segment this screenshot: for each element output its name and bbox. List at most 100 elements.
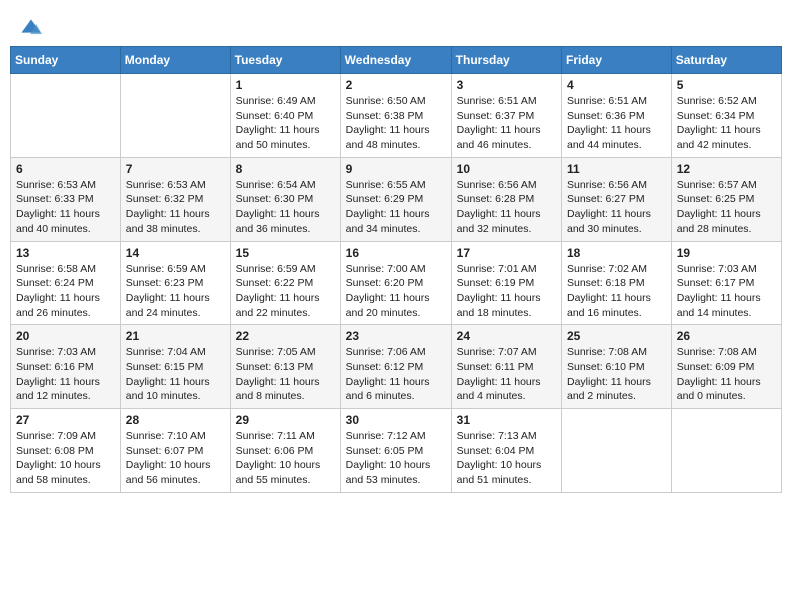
day-number: 15: [236, 246, 335, 260]
calendar-cell: 23 Sunrise: 7:06 AM Sunset: 6:12 PM Dayli…: [340, 325, 451, 409]
day-number: 27: [16, 413, 115, 427]
calendar-cell: 27 Sunrise: 7:09 AM Sunset: 6:08 PM Dayli…: [11, 409, 121, 493]
day-info: Sunrise: 7:08 AM Sunset: 6:09 PM Dayligh…: [677, 345, 776, 404]
weekday-header-monday: Monday: [120, 47, 230, 74]
day-number: 26: [677, 329, 776, 343]
weekday-header-friday: Friday: [562, 47, 672, 74]
day-number: 13: [16, 246, 115, 260]
weekday-header-thursday: Thursday: [451, 47, 561, 74]
day-info: Sunrise: 7:09 AM Sunset: 6:08 PM Dayligh…: [16, 429, 115, 488]
calendar-cell: 12 Sunrise: 6:57 AM Sunset: 6:25 PM Dayli…: [671, 157, 781, 241]
weekday-header-tuesday: Tuesday: [230, 47, 340, 74]
day-info: Sunrise: 6:52 AM Sunset: 6:34 PM Dayligh…: [677, 94, 776, 153]
calendar-cell: 21 Sunrise: 7:04 AM Sunset: 6:15 PM Dayli…: [120, 325, 230, 409]
day-number: 4: [567, 78, 666, 92]
weekday-header-wednesday: Wednesday: [340, 47, 451, 74]
calendar-cell: 4 Sunrise: 6:51 AM Sunset: 6:36 PM Daylig…: [562, 74, 672, 158]
day-number: 30: [346, 413, 446, 427]
calendar-week-1: 1Sunrise: 6:49 AM Sunset: 6:40 PM Daylig…: [11, 74, 782, 158]
day-number: 28: [126, 413, 225, 427]
day-info: Sunrise: 6:59 AM Sunset: 6:22 PM Dayligh…: [236, 262, 335, 321]
day-number: 6: [16, 162, 115, 176]
calendar-cell: 3 Sunrise: 6:51 AM Sunset: 6:37 PM Daylig…: [451, 74, 561, 158]
day-info: Sunrise: 6:53 AM Sunset: 6:33 PM Dayligh…: [16, 178, 115, 237]
calendar-week-4: 20Sunrise: 7:03 AM Sunset: 6:16 PM Dayli…: [11, 325, 782, 409]
day-info: Sunrise: 7:12 AM Sunset: 6:05 PM Dayligh…: [346, 429, 446, 488]
calendar-cell: 22Sunrise: 7:05 AM Sunset: 6:13 PM Dayli…: [230, 325, 340, 409]
day-info: Sunrise: 6:57 AM Sunset: 6:25 PM Dayligh…: [677, 178, 776, 237]
calendar-cell: 7Sunrise: 6:53 AM Sunset: 6:32 PM Daylig…: [120, 157, 230, 241]
day-info: Sunrise: 6:58 AM Sunset: 6:24 PM Dayligh…: [16, 262, 115, 321]
day-number: 25: [567, 329, 666, 343]
calendar-cell: [671, 409, 781, 493]
day-number: 21: [126, 329, 225, 343]
day-info: Sunrise: 7:13 AM Sunset: 6:04 PM Dayligh…: [457, 429, 556, 488]
weekday-header-saturday: Saturday: [671, 47, 781, 74]
day-number: 8: [236, 162, 335, 176]
calendar-cell: 6 Sunrise: 6:53 AM Sunset: 6:33 PM Daylig…: [11, 157, 121, 241]
calendar-cell: 2 Sunrise: 6:50 AM Sunset: 6:38 PM Daylig…: [340, 74, 451, 158]
calendar-cell: 26 Sunrise: 7:08 AM Sunset: 6:09 PM Dayli…: [671, 325, 781, 409]
day-info: Sunrise: 6:59 AM Sunset: 6:23 PM Dayligh…: [126, 262, 225, 321]
calendar-cell: 31 Sunrise: 7:13 AM Sunset: 6:04 PM Dayli…: [451, 409, 561, 493]
day-number: 18: [567, 246, 666, 260]
calendar-cell: [11, 74, 121, 158]
calendar-cell: [120, 74, 230, 158]
day-info: Sunrise: 6:55 AM Sunset: 6:29 PM Dayligh…: [346, 178, 446, 237]
day-info: Sunrise: 7:04 AM Sunset: 6:15 PM Dayligh…: [126, 345, 225, 404]
calendar-cell: 29Sunrise: 7:11 AM Sunset: 6:06 PM Dayli…: [230, 409, 340, 493]
day-number: 29: [236, 413, 335, 427]
day-number: 9: [346, 162, 446, 176]
day-info: Sunrise: 7:05 AM Sunset: 6:13 PM Dayligh…: [236, 345, 335, 404]
calendar-week-3: 13 Sunrise: 6:58 AM Sunset: 6:24 PM Dayli…: [11, 241, 782, 325]
day-info: Sunrise: 6:50 AM Sunset: 6:38 PM Dayligh…: [346, 94, 446, 153]
day-info: Sunrise: 6:51 AM Sunset: 6:37 PM Dayligh…: [457, 94, 556, 153]
day-number: 17: [457, 246, 556, 260]
day-info: Sunrise: 6:51 AM Sunset: 6:36 PM Dayligh…: [567, 94, 666, 153]
calendar-cell: 28 Sunrise: 7:10 AM Sunset: 6:07 PM Dayli…: [120, 409, 230, 493]
day-info: Sunrise: 6:54 AM Sunset: 6:30 PM Dayligh…: [236, 178, 335, 237]
day-number: 14: [126, 246, 225, 260]
day-info: Sunrise: 7:08 AM Sunset: 6:10 PM Dayligh…: [567, 345, 666, 404]
day-info: Sunrise: 6:53 AM Sunset: 6:32 PM Dayligh…: [126, 178, 225, 237]
day-number: 24: [457, 329, 556, 343]
day-info: Sunrise: 6:56 AM Sunset: 6:28 PM Dayligh…: [457, 178, 556, 237]
weekday-header-sunday: Sunday: [11, 47, 121, 74]
day-number: 16: [346, 246, 446, 260]
calendar-cell: 14 Sunrise: 6:59 AM Sunset: 6:23 PM Dayli…: [120, 241, 230, 325]
day-number: 11: [567, 162, 666, 176]
day-number: 12: [677, 162, 776, 176]
day-info: Sunrise: 7:02 AM Sunset: 6:18 PM Dayligh…: [567, 262, 666, 321]
day-number: 3: [457, 78, 556, 92]
day-info: Sunrise: 7:10 AM Sunset: 6:07 PM Dayligh…: [126, 429, 225, 488]
day-info: Sunrise: 6:56 AM Sunset: 6:27 PM Dayligh…: [567, 178, 666, 237]
calendar-cell: 1Sunrise: 6:49 AM Sunset: 6:40 PM Daylig…: [230, 74, 340, 158]
calendar-cell: 30 Sunrise: 7:12 AM Sunset: 6:05 PM Dayli…: [340, 409, 451, 493]
calendar-cell: 19 Sunrise: 7:03 AM Sunset: 6:17 PM Dayli…: [671, 241, 781, 325]
calendar-cell: 18 Sunrise: 7:02 AM Sunset: 6:18 PM Dayli…: [562, 241, 672, 325]
logo-icon: [20, 18, 42, 40]
day-number: 10: [457, 162, 556, 176]
calendar-cell: 13 Sunrise: 6:58 AM Sunset: 6:24 PM Dayli…: [11, 241, 121, 325]
day-number: 31: [457, 413, 556, 427]
calendar-cell: 17 Sunrise: 7:01 AM Sunset: 6:19 PM Dayli…: [451, 241, 561, 325]
day-number: 20: [16, 329, 115, 343]
calendar-table: SundayMondayTuesdayWednesdayThursdayFrid…: [10, 46, 782, 493]
day-info: Sunrise: 7:01 AM Sunset: 6:19 PM Dayligh…: [457, 262, 556, 321]
calendar-cell: 20Sunrise: 7:03 AM Sunset: 6:16 PM Dayli…: [11, 325, 121, 409]
day-number: 19: [677, 246, 776, 260]
calendar-cell: 9 Sunrise: 6:55 AM Sunset: 6:29 PM Daylig…: [340, 157, 451, 241]
day-info: Sunrise: 7:06 AM Sunset: 6:12 PM Dayligh…: [346, 345, 446, 404]
day-info: Sunrise: 7:07 AM Sunset: 6:11 PM Dayligh…: [457, 345, 556, 404]
logo: [20, 18, 46, 40]
day-number: 2: [346, 78, 446, 92]
calendar-cell: 5 Sunrise: 6:52 AM Sunset: 6:34 PM Daylig…: [671, 74, 781, 158]
calendar-cell: 15 Sunrise: 6:59 AM Sunset: 6:22 PM Dayli…: [230, 241, 340, 325]
calendar-week-5: 27 Sunrise: 7:09 AM Sunset: 6:08 PM Dayli…: [11, 409, 782, 493]
page-header: [10, 10, 782, 46]
day-number: 5: [677, 78, 776, 92]
calendar-cell: 10 Sunrise: 6:56 AM Sunset: 6:28 PM Dayli…: [451, 157, 561, 241]
day-number: 23: [346, 329, 446, 343]
day-info: Sunrise: 7:03 AM Sunset: 6:17 PM Dayligh…: [677, 262, 776, 321]
day-info: Sunrise: 6:49 AM Sunset: 6:40 PM Dayligh…: [236, 94, 335, 153]
